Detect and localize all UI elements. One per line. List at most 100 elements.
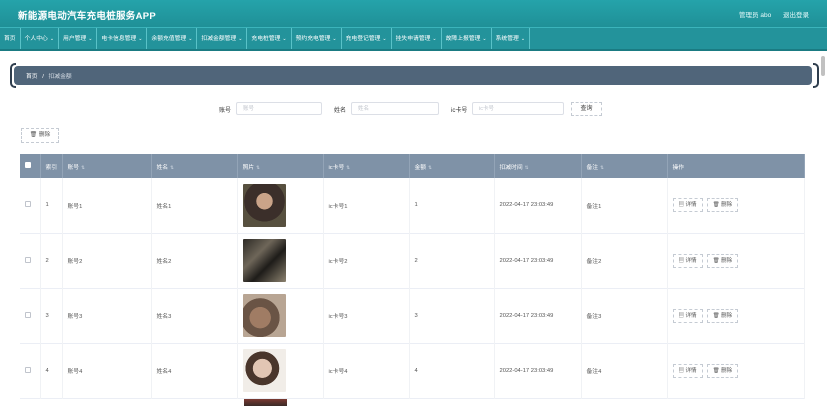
detail-icon: ▤ xyxy=(678,257,685,264)
detail-button[interactable]: ▤ 详情 xyxy=(672,363,703,378)
search-button[interactable]: 查询 xyxy=(571,102,602,116)
cell-time: 2022-04-17 23:03:49 xyxy=(494,343,582,398)
sort-icon: ⇅ xyxy=(428,164,432,170)
header-photo-label: 照片 xyxy=(242,164,255,171)
breadcrumb-current: 扣减金额 xyxy=(48,74,72,80)
chevron-down-icon: ⌄ xyxy=(520,36,526,42)
row-select-cell xyxy=(20,288,41,343)
header-remark[interactable]: 备注 ⇅ xyxy=(581,154,668,178)
detail-label: 详情 xyxy=(685,367,697,374)
card-input[interactable] xyxy=(472,102,564,115)
sort-icon: ⇅ xyxy=(170,164,174,170)
nav-item-label: 系统管理 xyxy=(495,36,519,42)
cell-account: 账号2 xyxy=(62,233,152,288)
detail-label: 详情 xyxy=(685,202,697,209)
cell-card: ic卡号2 xyxy=(323,233,410,288)
breadcrumb-separator: / xyxy=(42,74,44,80)
sort-icon: ⇅ xyxy=(524,164,529,170)
detail-button[interactable]: ▤ 详情 xyxy=(672,308,703,323)
nav-item-10[interactable]: 故障上报管理 ⌄ xyxy=(442,28,492,49)
nav-item-8[interactable]: 充电登记管理 ⌄ xyxy=(342,28,392,49)
cell-remark: 备注3 xyxy=(581,288,668,343)
cell-actions: ▤ 详情 🗑 删除 xyxy=(667,233,805,288)
cell-photo xyxy=(237,343,324,398)
table-row: 4 账号4 姓名4 ic卡号4 4 2022-04-17 23:03:49 备注4 ▤ 详情 🗑… xyxy=(20,343,805,398)
header-remark-label: 备注 xyxy=(586,164,599,171)
page-scrollbar[interactable] xyxy=(821,56,825,76)
detail-button[interactable]: ▤ 详情 xyxy=(672,198,703,213)
user-photo[interactable] xyxy=(242,183,286,227)
nav-item-4[interactable]: 余额充值管理 ⌄ xyxy=(147,28,198,49)
user-photo[interactable] xyxy=(242,239,286,282)
cell-name: 姓名3 xyxy=(151,288,238,343)
breadcrumb-bar: 首页 / 扣减金额 xyxy=(14,66,812,85)
user-area: 管理员 abo 退出登录 xyxy=(729,9,809,19)
nav-item-2[interactable]: 用户管理 ⌄ xyxy=(59,28,98,49)
nav-item-label: 用户管理 xyxy=(63,36,87,42)
chevron-down-icon: ⌄ xyxy=(88,36,93,42)
chevron-down-icon: ⌄ xyxy=(332,36,337,42)
cell-time: 2022-04-17 23:03:49 xyxy=(494,233,582,288)
select-all-checkbox[interactable] xyxy=(25,162,31,168)
trash-icon: 🗑 xyxy=(712,367,720,374)
cell-amount: 1 xyxy=(409,178,495,233)
row-checkbox[interactable] xyxy=(25,256,31,263)
delete-button[interactable]: 🗑 删除 xyxy=(706,198,739,213)
app-title: 新能源电动汽车充电桩服务APP xyxy=(18,11,157,22)
header-account-label: 账号 xyxy=(67,164,80,171)
row-checkbox[interactable] xyxy=(25,201,31,208)
delete-button[interactable]: 🗑 删除 xyxy=(706,253,739,268)
user-photo[interactable] xyxy=(242,294,286,337)
header-time[interactable]: 扣减时间 ⇅ xyxy=(494,154,582,178)
cell-remark: 备注1 xyxy=(581,178,668,233)
chevron-down-icon: ⌄ xyxy=(482,36,487,42)
header-account[interactable]: 账号 ⇅ xyxy=(62,154,152,178)
delete-label: 删除 xyxy=(721,312,733,319)
nav-item-6[interactable]: 充电桩管理 ⌄ xyxy=(247,28,292,49)
nav-item-5[interactable]: 扣减金额管理 ⌄ xyxy=(197,28,248,49)
data-table: 索引 账号 ⇅ 姓名 ⇅ 照片 ⇅ ic卡号 ⇅ 金额 ⇅ 扣减时间 ⇅ 备注 ⇅ 操作 1账… xyxy=(20,154,805,399)
nav-item-0[interactable]: 首页 xyxy=(0,28,21,49)
header-card[interactable]: ic卡号 ⇅ xyxy=(323,154,410,178)
select-all-cell xyxy=(20,154,41,178)
nav-item-1[interactable]: 个人中心 ⌄ xyxy=(21,28,60,49)
sort-icon: ⇅ xyxy=(346,164,351,170)
detail-icon: ▤ xyxy=(678,312,685,319)
cell-account: 账号1 xyxy=(62,178,152,233)
chevron-down-icon: ⌄ xyxy=(382,36,387,42)
account-input[interactable] xyxy=(236,102,322,115)
header-name-label: 姓名 xyxy=(156,164,169,171)
nav-item-3[interactable]: 电卡信息管理 ⌄ xyxy=(97,28,148,49)
chevron-down-icon: ⌄ xyxy=(138,36,143,42)
cell-name: 姓名2 xyxy=(151,233,238,288)
row-checkbox[interactable] xyxy=(25,311,31,318)
cell-name: 姓名1 xyxy=(151,178,238,233)
account-label: 账号 xyxy=(219,108,232,114)
name-input[interactable] xyxy=(351,102,439,115)
breadcrumb-frame-right xyxy=(813,63,819,88)
sort-icon: ⇅ xyxy=(81,164,85,170)
nav-item-label: 挂失申请管理 xyxy=(395,36,431,42)
detail-button[interactable]: ▤ 详情 xyxy=(672,253,703,268)
nav-item-label: 充电桩管理 xyxy=(251,36,281,42)
delete-button[interactable]: 🗑 删除 xyxy=(706,363,739,378)
nav-item-9[interactable]: 挂失申请管理 ⌄ xyxy=(392,28,442,49)
next-row-photo-partial xyxy=(244,399,287,406)
header-amount[interactable]: 金额 ⇅ xyxy=(409,154,495,178)
nav-item-11[interactable]: 系统管理 ⌄ xyxy=(492,28,531,49)
cell-amount: 4 xyxy=(409,343,495,398)
nav-item-7[interactable]: 预约充电管理 ⌄ xyxy=(292,28,342,49)
bulk-delete-button[interactable]: 🗑 删除 xyxy=(21,128,59,143)
breadcrumb-home[interactable]: 首页 xyxy=(26,74,38,80)
cell-actions: ▤ 详情 🗑 删除 xyxy=(667,178,805,233)
sort-icon: ⇅ xyxy=(600,164,604,170)
row-checkbox[interactable] xyxy=(25,366,31,373)
header-name[interactable]: 姓名 ⇅ xyxy=(151,154,238,178)
cell-card: ic卡号4 xyxy=(323,343,410,398)
delete-button[interactable]: 🗑 删除 xyxy=(706,308,739,323)
header-photo[interactable]: 照片 ⇅ xyxy=(237,154,324,178)
cell-time: 2022-04-17 23:03:49 xyxy=(494,288,582,343)
logout-link[interactable]: 退出登录 xyxy=(783,12,809,19)
cell-photo xyxy=(237,178,324,233)
user-photo[interactable] xyxy=(242,349,286,392)
